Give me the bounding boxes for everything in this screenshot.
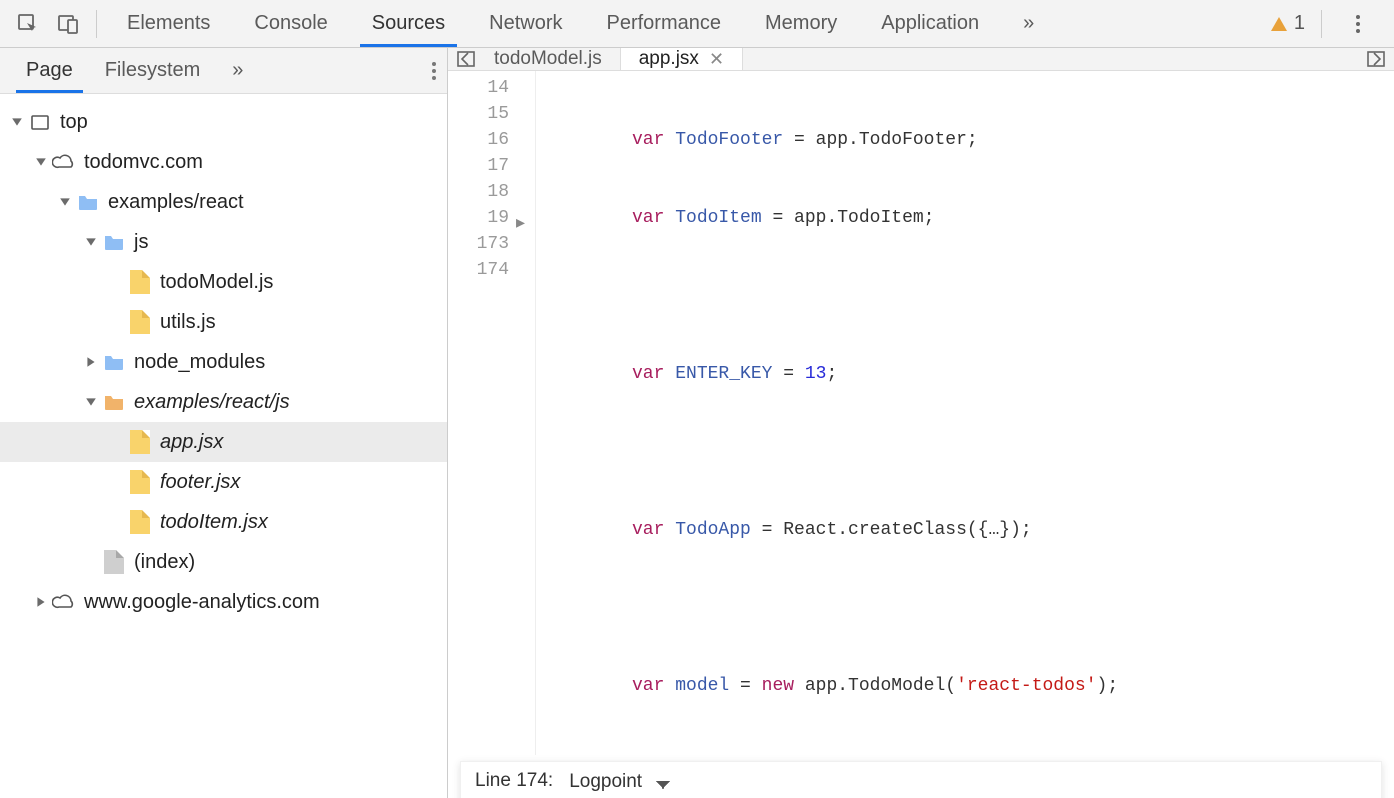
line-gutter[interactable]: 14 15 16 17 18 19▸ 173 174 [448,71,536,755]
main-split: Page Filesystem » top todomvc.com exam [0,48,1394,798]
tab-console[interactable]: Console [232,0,349,47]
tree-node-file[interactable]: (index) [0,542,447,582]
tree-node-file[interactable]: todoModel.js [0,262,447,302]
code-editor[interactable]: 14 15 16 17 18 19▸ 173 174 var TodoFoote… [448,71,1394,755]
js-file-icon [130,270,150,294]
line-number[interactable]: 174 [452,257,527,283]
tab-sources[interactable]: Sources [350,0,467,47]
cloud-icon [52,150,76,174]
inspect-element-icon[interactable] [12,8,44,40]
file-tab-active[interactable]: app.jsx ✕ [620,48,743,70]
document-file-icon [104,550,124,574]
tab-elements[interactable]: Elements [105,0,232,47]
code-body[interactable]: var TodoFooter = app.TodoFooter; var Tod… [536,71,1394,755]
file-tree: top todomvc.com examples/react js todoMo… [0,94,447,798]
navigator-tabs: Page Filesystem » [0,48,447,94]
tree-label: footer.jsx [160,471,240,494]
sidebar-kebab-menu-icon[interactable] [431,61,437,81]
js-file-icon [130,470,150,494]
tab-performance[interactable]: Performance [585,0,744,47]
tab-overflow-chevron-icon[interactable]: » [1001,0,1056,47]
tree-label: www.google-analytics.com [84,591,320,614]
expand-arrow-icon[interactable] [84,235,98,249]
line-number[interactable]: 173 [452,231,527,257]
js-file-icon [130,310,150,334]
tree-node-file[interactable]: utils.js [0,302,447,342]
tree-node-folder[interactable]: examples/react [0,182,447,222]
tree-node-file[interactable]: todoItem.jsx [0,502,447,542]
expand-arrow-icon[interactable] [84,395,98,409]
tab-application[interactable]: Application [859,0,1001,47]
close-tab-icon[interactable]: ✕ [709,49,724,70]
tree-node-file-selected[interactable]: app.jsx [0,422,447,462]
warnings-indicator[interactable]: 1 [1270,12,1305,35]
line-number[interactable]: 18 [452,179,527,205]
expand-arrow-icon[interactable] [10,115,24,129]
warning-count: 1 [1294,12,1305,35]
folder-icon [102,230,126,254]
tree-label: todoModel.js [160,271,273,294]
cloud-icon [52,590,76,614]
tab-memory[interactable]: Memory [743,0,859,47]
tree-node-folder[interactable]: js [0,222,447,262]
collapse-arrow-icon[interactable] [34,595,48,609]
tree-label: (index) [134,551,195,574]
folder-icon [102,350,126,374]
tree-label: examples/react/js [134,391,290,414]
folder-icon [76,190,100,214]
file-tab[interactable]: todoModel.js [476,48,620,70]
breakpoint-line-label: Line 174: [475,770,553,792]
tree-label: utils.js [160,311,216,334]
sidebar-tab-overflow-icon[interactable]: » [216,48,259,93]
file-tab-label: app.jsx [639,48,699,70]
js-file-icon [130,510,150,534]
tree-label: js [134,231,148,254]
toolbar-divider [96,10,97,38]
tree-label: examples/react [108,191,244,214]
expand-arrow-icon[interactable] [58,195,72,209]
kebab-menu-icon[interactable] [1342,8,1374,40]
tree-node-file[interactable]: footer.jsx [0,462,447,502]
tree-node-folder-sourcemapped[interactable]: examples/react/js [0,382,447,422]
tree-label: node_modules [134,351,265,374]
sidebar-tab-page[interactable]: Page [10,48,89,93]
editor-pane: todoModel.js app.jsx ✕ 14 15 16 17 18 19… [448,48,1394,798]
warning-triangle-icon [1270,15,1288,33]
breakpoint-type-select[interactable]: Logpoint [569,771,670,792]
editor-tabs: todoModel.js app.jsx ✕ [448,48,1394,71]
tree-node-top[interactable]: top [0,102,447,142]
devtools-toolbar: Elements Console Sources Network Perform… [0,0,1394,48]
panel-tabs: Elements Console Sources Network Perform… [105,0,1056,47]
frame-icon [28,110,52,134]
tree-label: todomvc.com [84,151,203,174]
toolbar-divider [1321,10,1322,38]
line-number[interactable]: 17 [452,153,527,179]
folder-icon [102,390,126,414]
breakpoint-editor: Line 174: Logpoint [460,761,1382,798]
line-number[interactable]: 16 [452,127,527,153]
toggle-navigator-icon[interactable] [456,49,476,69]
tree-node-folder[interactable]: node_modules [0,342,447,382]
tree-node-domain[interactable]: todomvc.com [0,142,447,182]
toggle-debugger-icon[interactable] [1366,49,1386,69]
file-tab-label: todoModel.js [494,48,602,70]
line-number[interactable]: 15 [452,101,527,127]
js-file-icon [130,430,150,454]
expand-arrow-icon[interactable] [34,155,48,169]
tree-label: app.jsx [160,431,223,454]
line-number[interactable]: 14 [452,75,527,101]
tree-label: top [60,111,88,134]
sidebar-tab-filesystem[interactable]: Filesystem [89,48,217,93]
tree-node-domain[interactable]: www.google-analytics.com [0,582,447,622]
tab-network[interactable]: Network [467,0,584,47]
line-number[interactable]: 19▸ [452,205,527,231]
navigator-sidebar: Page Filesystem » top todomvc.com exam [0,48,448,798]
tree-label: todoItem.jsx [160,511,268,534]
device-toolbar-icon[interactable] [52,8,84,40]
collapse-arrow-icon[interactable] [84,355,98,369]
